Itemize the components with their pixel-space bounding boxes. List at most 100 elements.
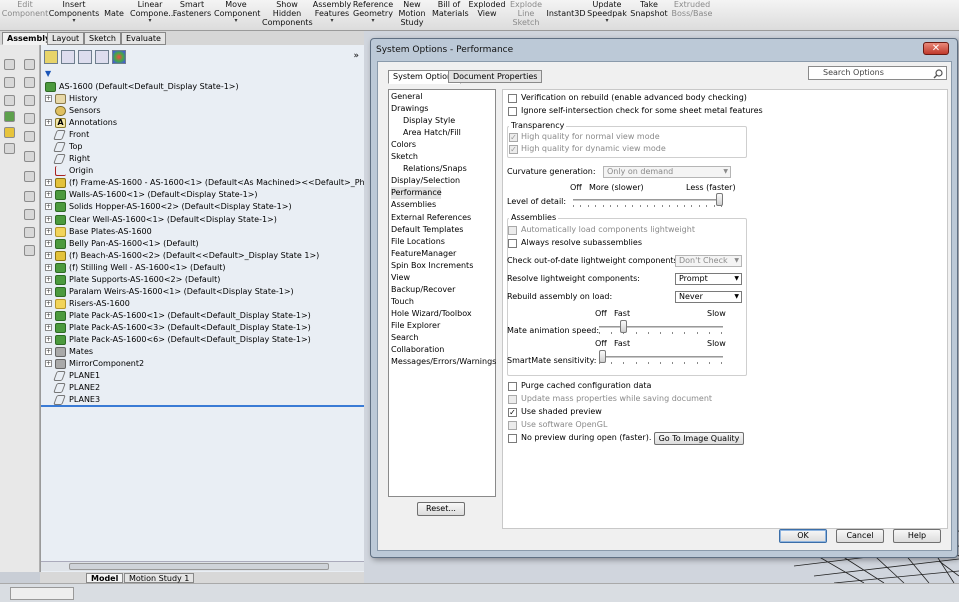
tab-evaluate[interactable]: Evaluate bbox=[121, 32, 166, 45]
tool-icon[interactable] bbox=[24, 95, 35, 106]
ribbon-button[interactable]: New Motion Study bbox=[394, 0, 430, 31]
nav-item[interactable]: View bbox=[391, 272, 410, 284]
verification-checkbox[interactable] bbox=[508, 94, 517, 103]
ribbon-button[interactable]: Extruded Boss/Base bbox=[670, 0, 714, 31]
go-to-image-quality-button[interactable]: Go To Image Quality bbox=[654, 432, 744, 445]
tab-document-properties[interactable]: Document Properties bbox=[448, 70, 543, 83]
slider-thumb[interactable] bbox=[620, 320, 628, 333]
nav-item[interactable]: Messages/Errors/Warnings bbox=[391, 356, 496, 368]
expand-icon[interactable]: + bbox=[45, 251, 52, 259]
nav-item[interactable]: Area Hatch/Fill bbox=[403, 127, 461, 139]
rebuild-on-load-select[interactable]: Never ▼ bbox=[675, 291, 742, 303]
ribbon-button[interactable]: Edit Component bbox=[0, 0, 50, 31]
nav-item[interactable]: Drawings bbox=[391, 103, 428, 115]
mate-animation-slider[interactable] bbox=[599, 320, 723, 334]
search-icon[interactable] bbox=[933, 69, 943, 79]
tool-icon[interactable] bbox=[4, 143, 15, 154]
ribbon-button[interactable]: Exploded View bbox=[466, 0, 508, 31]
expand-icon[interactable]: + bbox=[45, 227, 52, 235]
nav-item[interactable]: External References bbox=[391, 212, 471, 224]
software-opengl-checkbox[interactable] bbox=[508, 421, 517, 430]
ribbon-button[interactable]: Insert Components ▾ bbox=[48, 0, 100, 31]
resolve-lightweight-select[interactable]: Prompt ▼ bbox=[675, 273, 742, 285]
nav-item[interactable]: Backup/Recover bbox=[391, 284, 455, 296]
expand-icon[interactable]: + bbox=[45, 323, 52, 331]
expand-icon[interactable]: + bbox=[45, 95, 52, 102]
ribbon-button[interactable]: Explode Line Sketch bbox=[508, 0, 544, 31]
propertymanager-tab-icon[interactable] bbox=[61, 50, 75, 64]
lod-slider[interactable] bbox=[573, 193, 723, 207]
ribbon-button[interactable]: Bill of Materials bbox=[432, 0, 469, 31]
rollback-bar[interactable] bbox=[41, 405, 365, 407]
check-ood-select[interactable]: Don't Check ▼ bbox=[675, 255, 742, 267]
expand-icon[interactable]: + bbox=[45, 336, 52, 343]
nav-item[interactable]: Search bbox=[391, 332, 418, 344]
expand-icon[interactable]: + bbox=[45, 119, 52, 127]
configurationmanager-tab-icon[interactable] bbox=[78, 50, 92, 64]
ribbon-button[interactable]: Move Component ▾ bbox=[214, 0, 260, 31]
expand-icon[interactable]: + bbox=[45, 239, 52, 247]
ribbon-button[interactable]: Assembly Features ▾ bbox=[310, 0, 354, 31]
tab-sketch[interactable]: Sketch bbox=[84, 32, 121, 45]
nav-item[interactable]: Display/Selection bbox=[391, 175, 460, 187]
nav-item[interactable]: FeatureManager bbox=[391, 248, 456, 260]
reset-button[interactable]: Reset... bbox=[417, 502, 465, 516]
update-mass-checkbox[interactable] bbox=[508, 395, 517, 404]
nav-item[interactable]: Spin Box Increments bbox=[391, 260, 473, 272]
dimxpert-tab-icon[interactable] bbox=[95, 50, 109, 64]
shaded-preview-checkbox[interactable]: ✓ bbox=[508, 408, 517, 417]
tool-icon[interactable] bbox=[24, 191, 35, 202]
tool-icon[interactable] bbox=[24, 113, 35, 124]
tool-icon[interactable] bbox=[24, 171, 35, 182]
ribbon-button[interactable]: Mate bbox=[100, 0, 128, 31]
curvature-select[interactable]: Only on demand ▼ bbox=[603, 166, 731, 178]
expand-icon[interactable]: + bbox=[45, 179, 52, 187]
tool-icon[interactable] bbox=[4, 95, 15, 106]
expand-icon[interactable]: + bbox=[45, 203, 52, 211]
nav-item[interactable]: Default Templates bbox=[391, 224, 463, 236]
expand-icon[interactable]: + bbox=[45, 191, 52, 199]
help-button[interactable]: Help bbox=[893, 529, 941, 543]
tool-icon[interactable] bbox=[24, 245, 35, 256]
expand-icon[interactable]: + bbox=[45, 215, 52, 223]
ribbon-button[interactable]: Show Hidden Components bbox=[262, 0, 313, 31]
expand-icon[interactable]: + bbox=[45, 311, 52, 319]
search-options-input[interactable]: Search Options bbox=[808, 66, 947, 80]
smartmate-sensitivity-slider[interactable] bbox=[599, 350, 723, 364]
horizontal-scrollbar[interactable] bbox=[41, 561, 365, 571]
slider-thumb[interactable] bbox=[716, 193, 723, 206]
featuremanager-tab-icon[interactable] bbox=[44, 50, 58, 64]
expand-arrows-icon[interactable]: » bbox=[353, 51, 359, 61]
ribbon-button[interactable]: Instant3D bbox=[544, 0, 588, 31]
close-button[interactable]: ✕ bbox=[923, 42, 949, 55]
ignore-self-intersection-checkbox[interactable] bbox=[508, 107, 517, 116]
expand-icon[interactable]: + bbox=[45, 287, 52, 295]
purge-cached-checkbox[interactable] bbox=[508, 382, 517, 391]
nav-item[interactable]: Sketch bbox=[391, 151, 418, 163]
nav-item[interactable]: File Explorer bbox=[391, 320, 440, 332]
expand-icon[interactable]: + bbox=[45, 299, 52, 307]
tool-icon[interactable] bbox=[24, 151, 35, 162]
nav-item[interactable]: Collaboration bbox=[391, 344, 444, 356]
auto-load-lightweight-checkbox[interactable] bbox=[508, 226, 517, 235]
nav-item[interactable]: Performance bbox=[391, 187, 442, 200]
nav-item[interactable]: Assemblies bbox=[391, 199, 436, 211]
nav-item[interactable]: Hole Wizard/Toolbox bbox=[391, 308, 472, 320]
tool-icon[interactable] bbox=[24, 77, 35, 88]
slider-thumb[interactable] bbox=[599, 350, 606, 363]
ribbon-button[interactable]: Linear Compone... ▾ bbox=[130, 0, 176, 31]
nav-item[interactable]: Relations/Snaps bbox=[403, 163, 467, 175]
tool-icon[interactable] bbox=[24, 131, 35, 142]
tool-icon[interactable] bbox=[4, 59, 15, 70]
ribbon-button[interactable]: Update Speedpak ▾ bbox=[586, 0, 628, 31]
filter-icon[interactable]: ▼ bbox=[45, 69, 63, 78]
ribbon-button[interactable]: Reference Geometry ▾ bbox=[350, 0, 396, 31]
tool-icon[interactable] bbox=[4, 77, 15, 88]
expand-icon[interactable]: + bbox=[45, 263, 52, 271]
nav-item[interactable]: Display Style bbox=[403, 115, 455, 127]
nav-item[interactable]: Touch bbox=[391, 296, 414, 308]
status-field[interactable] bbox=[10, 587, 74, 600]
scroll-thumb[interactable] bbox=[69, 563, 329, 570]
check-icon[interactable] bbox=[4, 111, 15, 122]
tool-icon[interactable] bbox=[4, 127, 15, 138]
